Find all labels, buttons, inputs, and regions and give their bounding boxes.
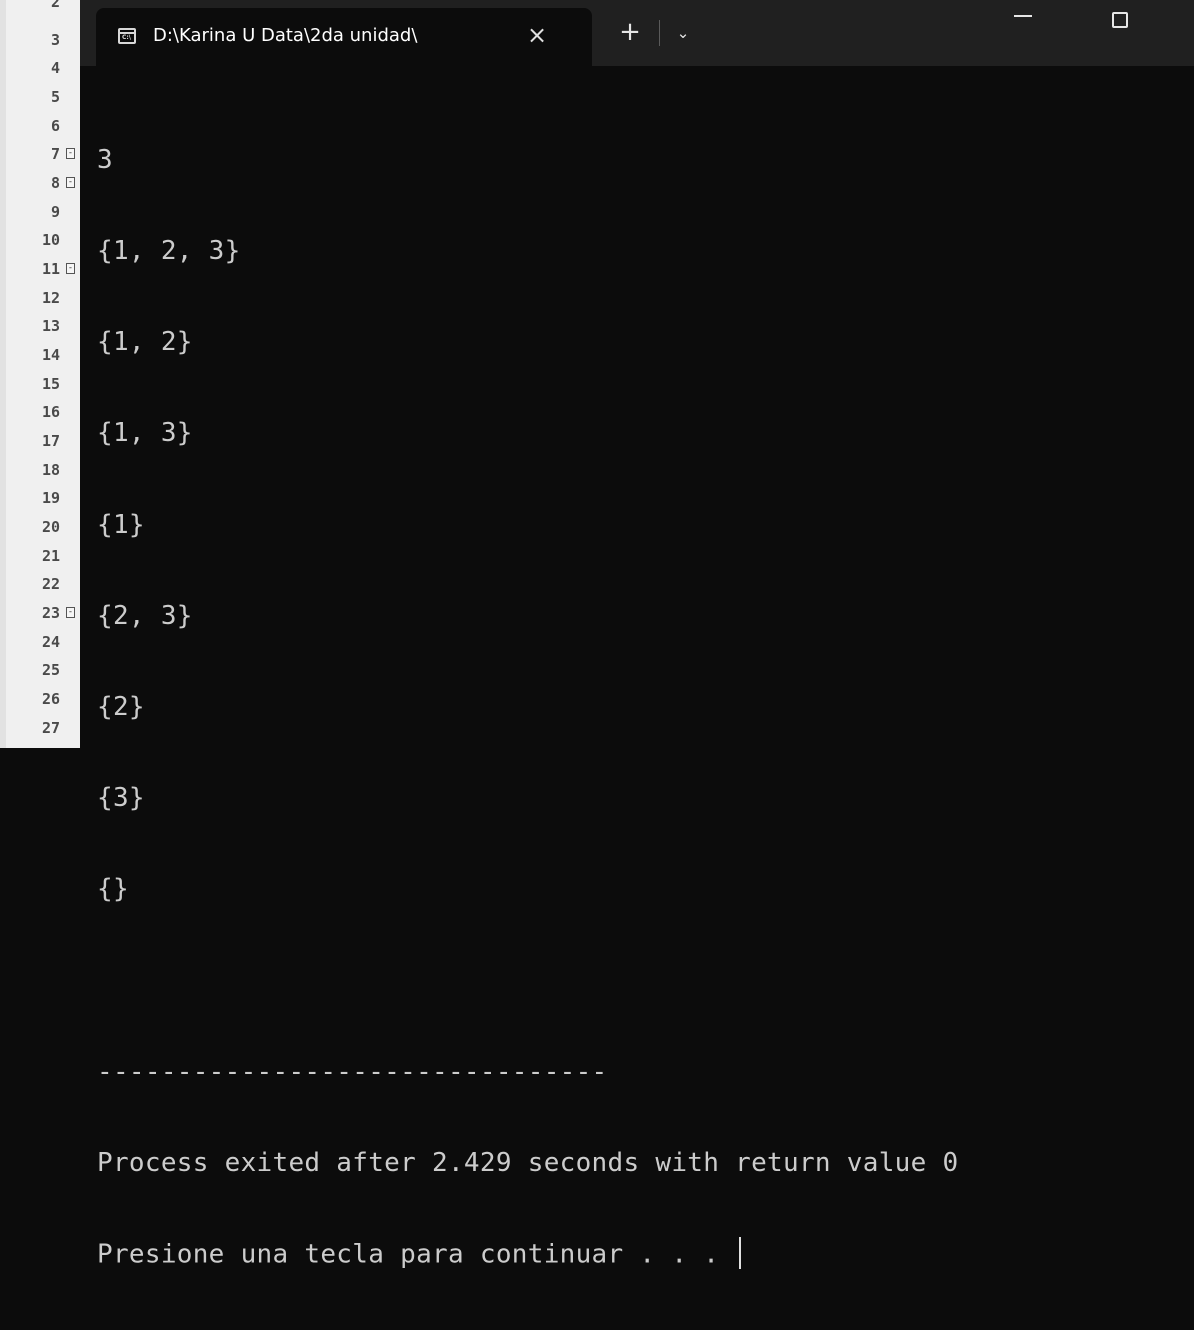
output-line: {} bbox=[97, 874, 129, 905]
line-number: 18 bbox=[41, 461, 60, 479]
maximize-button[interactable] bbox=[1096, 4, 1146, 34]
prompt-text: Presione una tecla para continuar . . . bbox=[97, 1239, 736, 1270]
line-number: 14 bbox=[41, 346, 60, 364]
line-number: 19 bbox=[41, 489, 60, 507]
terminal-window: C:\ D:\Karina U Data\2da unidad\ × + ⌄ 3… bbox=[80, 0, 1194, 1270]
output-line: {3} bbox=[97, 783, 145, 814]
new-tab-button[interactable]: + bbox=[616, 18, 644, 46]
line-number: 26 bbox=[41, 690, 60, 708]
output-line: {2, 3} bbox=[97, 600, 193, 631]
output-line: {2} bbox=[97, 692, 145, 723]
fold-toggle[interactable]: - bbox=[66, 177, 75, 188]
output-line: {1, 2} bbox=[97, 327, 193, 358]
output-line: {1} bbox=[97, 509, 145, 540]
line-number: 4 bbox=[50, 59, 60, 77]
chevron-down-icon[interactable]: ⌄ bbox=[670, 22, 696, 44]
fold-toggle[interactable]: - bbox=[66, 263, 75, 274]
output-line: 3 bbox=[97, 144, 113, 175]
close-tab-icon[interactable]: × bbox=[524, 22, 550, 48]
line-number: 8 bbox=[50, 174, 60, 192]
output-line: {1, 3} bbox=[97, 418, 193, 449]
minimize-button[interactable] bbox=[998, 4, 1048, 34]
line-number: 3 bbox=[50, 31, 60, 49]
line-number: 22 bbox=[41, 575, 60, 593]
line-number: 2 bbox=[50, 0, 60, 11]
console-icon: C:\ bbox=[118, 28, 136, 44]
line-number: 10 bbox=[41, 231, 60, 249]
line-number: 25 bbox=[41, 661, 60, 679]
tab-separator bbox=[659, 20, 660, 46]
editor-gutter: 2 3 4 5 6 7 8 9 10 11 12 13 14 15 16 17 … bbox=[0, 0, 81, 748]
line-number: 24 bbox=[41, 633, 60, 651]
line-number: 13 bbox=[41, 317, 60, 335]
line-number: 11 bbox=[41, 260, 60, 278]
terminal-tab[interactable]: C:\ D:\Karina U Data\2da unidad\ × bbox=[96, 8, 592, 66]
tab-bar: C:\ D:\Karina U Data\2da unidad\ × + ⌄ bbox=[80, 0, 1194, 66]
separator-line: -------------------------------- bbox=[97, 1056, 608, 1087]
line-number: 7 bbox=[50, 145, 60, 163]
line-number: 23 bbox=[41, 604, 60, 622]
gutter-edge bbox=[0, 0, 6, 748]
line-number: 21 bbox=[41, 547, 60, 565]
fold-toggle[interactable]: - bbox=[66, 148, 75, 159]
exit-status-line: Process exited after 2.429 seconds with … bbox=[97, 1148, 959, 1179]
tab-title: D:\Karina U Data\2da unidad\ bbox=[153, 25, 418, 46]
line-number: 9 bbox=[50, 203, 60, 221]
text-cursor bbox=[739, 1237, 742, 1270]
line-number: 17 bbox=[41, 432, 60, 450]
line-number: 12 bbox=[41, 289, 60, 307]
console-output[interactable]: 3 {1, 2, 3} {1, 2} {1, 3} {1} {2, 3} {2}… bbox=[97, 84, 1187, 1330]
line-number: 5 bbox=[50, 88, 60, 106]
line-number: 27 bbox=[41, 719, 60, 737]
line-number: 20 bbox=[41, 518, 60, 536]
output-line: {1, 2, 3} bbox=[97, 236, 241, 267]
prompt-line: Presione una tecla para continuar . . . bbox=[97, 1237, 1187, 1270]
line-number: 6 bbox=[50, 117, 60, 135]
line-number: 16 bbox=[41, 403, 60, 421]
fold-toggle[interactable]: - bbox=[66, 607, 75, 618]
line-number: 15 bbox=[41, 375, 60, 393]
